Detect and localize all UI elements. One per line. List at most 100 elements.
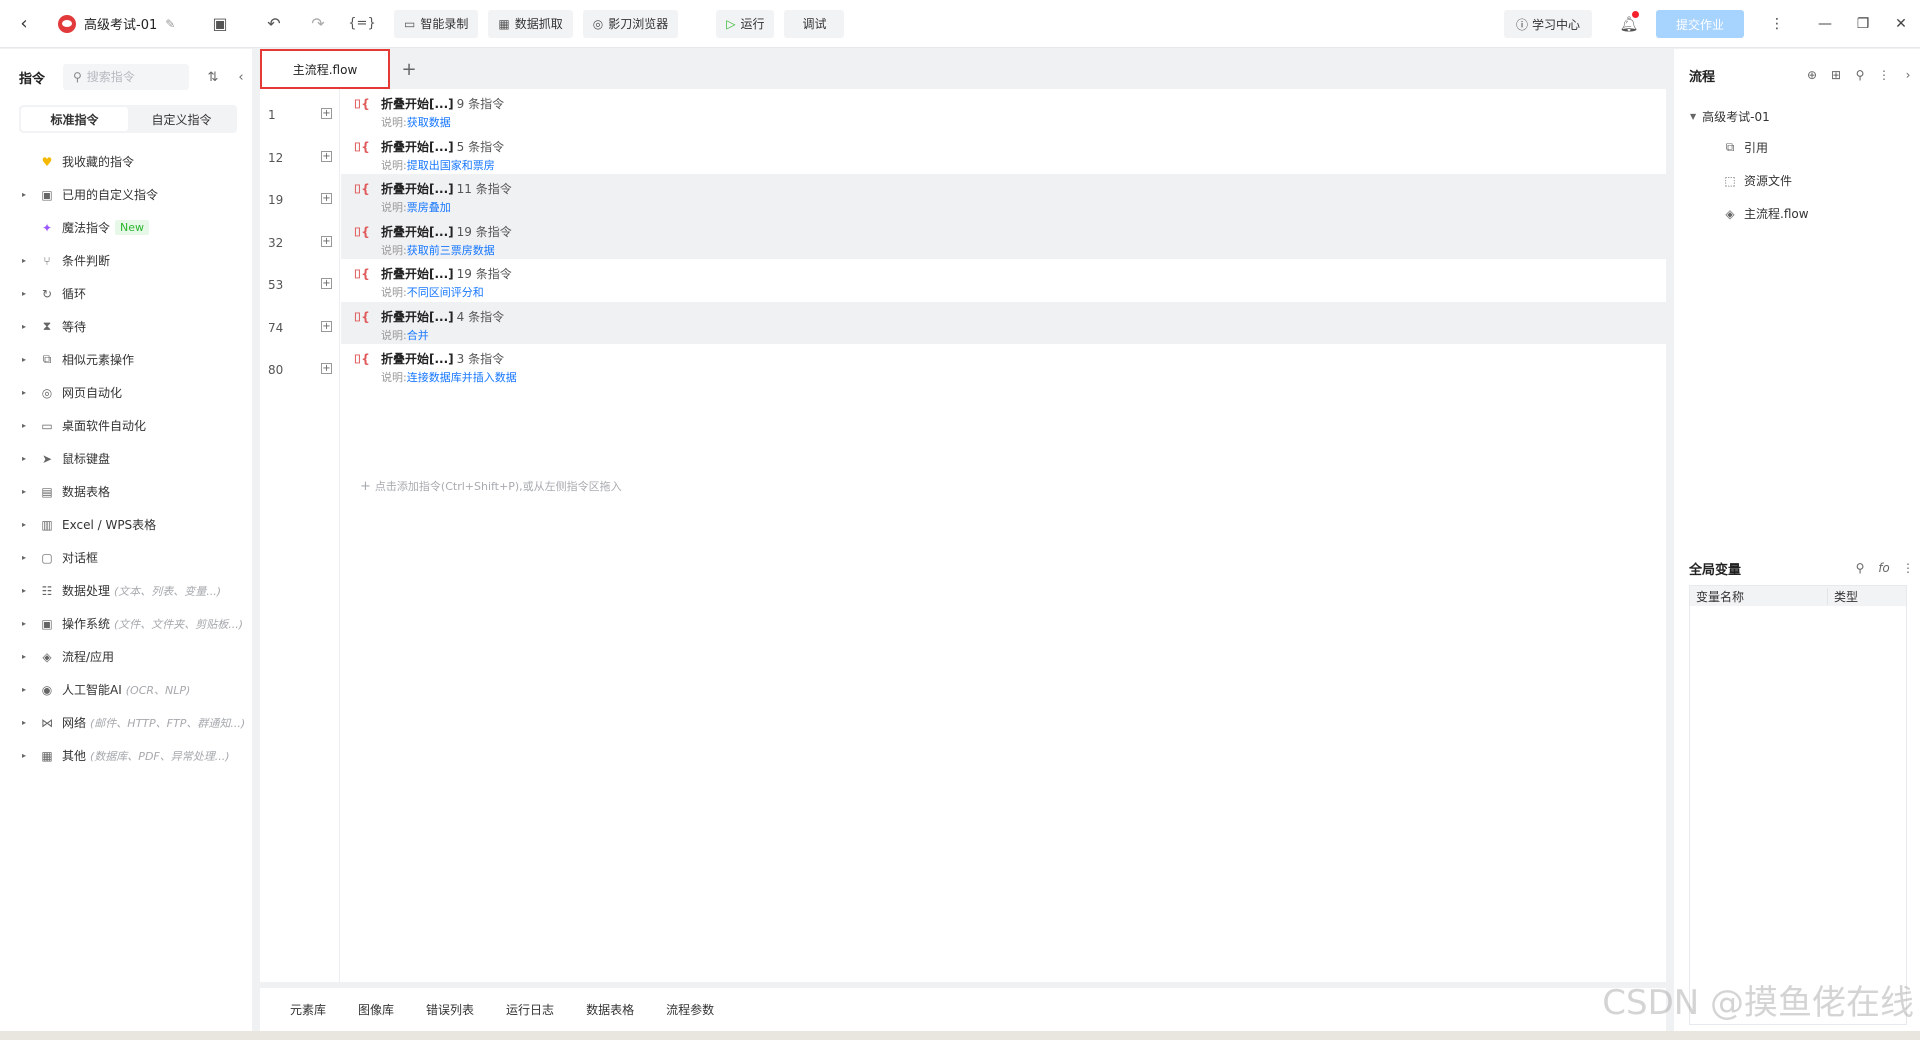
run-button[interactable]: ▷ 运行 — [716, 9, 775, 38]
instruction-category[interactable]: ▸ ↻ 循环 — [0, 277, 252, 310]
tab-main-flow[interactable]: 主流程.flow — [260, 49, 390, 89]
data-capture-button[interactable]: ▦ 数据抓取 — [488, 9, 573, 38]
add-instruction-hint[interactable]: + 点击添加指令(Ctrl+Shift+P),或从左侧指令区拖入 — [360, 478, 622, 494]
expand-block-plus-icon[interactable]: + — [321, 235, 332, 247]
project-tree-child[interactable]: ⬚ 资源文件 — [1674, 164, 1920, 197]
back-arrow-icon[interactable]: ‹ — [0, 0, 48, 48]
instruction-category-label: 人工智能AI — [62, 683, 122, 697]
sort-icon[interactable]: ⇅ — [203, 70, 223, 85]
tab-custom-instructions[interactable]: 自定义指令 — [128, 107, 235, 131]
fold-block-title-text: 折叠开始[...] — [381, 267, 454, 281]
variable-name-column[interactable]: 变量名称 — [1690, 587, 1828, 605]
fold-block-title-text: 折叠开始[...] — [381, 309, 454, 324]
variable-type-column[interactable]: 类型 — [1828, 588, 1858, 605]
learning-center-button[interactable]: ⓘ 学习中心 — [1503, 10, 1592, 38]
fold-block[interactable]: ⌷{折叠开始[...] 19 条指令 说明:不同区间评分和 — [341, 259, 1666, 302]
bottom-tab[interactable]: 图像库 — [358, 1001, 394, 1018]
expand-block-plus-icon[interactable]: + — [321, 320, 332, 332]
fold-block[interactable]: ⌷{折叠开始[...] 9 条指令 说明:获取数据 — [341, 89, 1666, 132]
instruction-category[interactable]: ▸ ⧗ 等待 — [0, 310, 252, 343]
bottom-tab[interactable]: 元素库 — [290, 1001, 326, 1018]
instruction-category[interactable]: ✦ 魔法指令 New — [0, 211, 252, 244]
instruction-search[interactable]: ⚲ — [63, 64, 189, 90]
description-prefix: 说明: — [381, 201, 407, 214]
close-icon[interactable]: ✕ — [1882, 0, 1920, 48]
instruction-category[interactable]: ▸ ▥ Excel / WPS表格 — [0, 508, 252, 541]
expand-block-plus-icon[interactable]: + — [321, 363, 332, 374]
fold-block[interactable]: ⌷{折叠开始[...] 19 条指令 说明:获取前三票房数据 — [341, 216, 1666, 259]
instruction-category[interactable]: ▸ ⋈ 网络 (邮件、HTTP、FTP、群通知...) — [0, 706, 252, 739]
browser-button[interactable]: ◎ 影刀浏览器 — [582, 9, 679, 38]
instruction-category[interactable]: ▸ ☷ 数据处理 (文本、列表、变量...) — [0, 574, 252, 607]
variable-braces-icon[interactable]: {=} — [340, 0, 384, 48]
fold-block[interactable]: ⌷{折叠开始[...] 5 条指令 说明:提取出国家和票房 — [341, 132, 1666, 175]
project-tree-child[interactable]: ◈ 主流程.flow — [1674, 197, 1920, 230]
submit-homework-button[interactable]: 提交作业 — [1656, 10, 1744, 38]
notification-bell-icon[interactable]: 🔔︎ — [1614, 0, 1644, 48]
search-flow-icon[interactable]: ⚲ — [1848, 68, 1872, 82]
description-link[interactable]: 票房叠加 — [407, 201, 451, 214]
collapse-panel-icon[interactable]: ‹ — [231, 70, 251, 85]
instruction-category[interactable]: ♥ 我收藏的指令 — [0, 145, 252, 178]
description-link[interactable]: 不同区间评分和 — [407, 286, 484, 299]
search-variable-icon[interactable]: ⚲ — [1848, 561, 1872, 575]
undo-icon[interactable]: ↶ — [252, 0, 296, 48]
tab-standard-instructions[interactable]: 标准指令 — [21, 107, 128, 131]
restore-icon[interactable]: ❐ — [1844, 0, 1882, 48]
fold-block-count: 19 条指令 — [456, 224, 512, 239]
expand-block-plus-icon[interactable]: + — [321, 150, 332, 162]
instruction-category[interactable]: ▸ ▣ 已用的自定义指令 — [0, 178, 252, 211]
project-tree-root[interactable]: ▼ 高级考试-01 — [1674, 101, 1920, 131]
instruction-category[interactable]: ▸ ▭ 桌面软件自动化 — [0, 409, 252, 442]
instruction-category-label: 对话框 — [62, 551, 99, 565]
project-tree-child[interactable]: ⧉ 引用 — [1674, 131, 1920, 164]
expand-arrow-icon: ▸ — [22, 388, 27, 397]
fold-block-description: 说明:不同区间评分和 — [381, 284, 484, 300]
project-title[interactable]: 高级考试-01 ✎ — [48, 0, 198, 48]
smart-record-button[interactable]: ▭ 智能录制 — [394, 9, 479, 38]
fold-block[interactable]: ⌷{折叠开始[...] 11 条指令 说明:票房叠加 — [341, 174, 1666, 217]
bottom-tab[interactable]: 运行日志 — [506, 1001, 554, 1018]
collapse-right-panel-icon[interactable]: › — [1896, 68, 1920, 82]
description-link[interactable]: 获取前三票房数据 — [407, 244, 495, 257]
flow-more-icon[interactable]: ⋮ — [1872, 68, 1896, 82]
instruction-category[interactable]: ▸ ⧉ 相似元素操作 — [0, 343, 252, 376]
function-icon[interactable]: fo — [1872, 561, 1896, 575]
instruction-category[interactable]: ▸ ▤ 数据表格 — [0, 475, 252, 508]
instruction-category[interactable]: ▸ ➤ 鼠标键盘 — [0, 442, 252, 475]
instruction-category[interactable]: ▸ ◉ 人工智能AI (OCR、NLP) — [0, 673, 252, 706]
add-tab-plus-icon[interactable]: + — [390, 49, 428, 89]
instruction-category[interactable]: ▸ ⑂ 条件判断 — [0, 244, 252, 277]
minimize-icon[interactable]: — — [1806, 0, 1844, 48]
instruction-category[interactable]: ▸ ▦ 其他 (数据库、PDF、异常处理...) — [0, 739, 252, 772]
description-link[interactable]: 提取出国家和票房 — [407, 159, 495, 172]
description-link[interactable]: 连接数据库并插入数据 — [407, 371, 517, 384]
instruction-search-input[interactable] — [86, 70, 177, 84]
bottom-tab[interactable]: 流程参数 — [666, 1001, 714, 1018]
project-tree-child-label: 主流程.flow — [1744, 207, 1809, 221]
debug-button[interactable]: 调试 — [784, 9, 845, 38]
instruction-category[interactable]: ▸ ◎ 网页自动化 — [0, 376, 252, 409]
expand-block-plus-icon[interactable]: + — [321, 278, 332, 289]
instruction-category[interactable]: ▸ ▢ 对话框 — [0, 541, 252, 574]
edit-pencil-icon[interactable]: ✎ — [165, 17, 175, 31]
heart-icon: ♥ — [41, 154, 53, 169]
fold-block-icon: ⌷{ — [354, 352, 370, 366]
expand-block-plus-icon[interactable]: + — [321, 193, 332, 204]
variables-more-icon[interactable]: ⋮ — [1896, 561, 1920, 575]
fold-block-count: 11 条指令 — [456, 182, 512, 196]
add-flow-icon[interactable]: ⊕ — [1800, 68, 1824, 82]
instruction-category[interactable]: ▸ ◈ 流程/应用 — [0, 640, 252, 673]
description-link[interactable]: 获取数据 — [407, 116, 451, 129]
description-link[interactable]: 合并 — [407, 329, 429, 342]
bottom-tab[interactable]: 错误列表 — [426, 1001, 474, 1018]
redo-icon[interactable]: ↷ — [296, 0, 340, 48]
fold-block[interactable]: ⌷{折叠开始[...] 3 条指令 说明:连接数据库并插入数据 — [341, 344, 1666, 387]
instruction-category[interactable]: ▸ ▣ 操作系统 (文件、文件夹、剪贴板...) — [0, 607, 252, 640]
more-menu-icon[interactable]: ⋮ — [1758, 0, 1796, 48]
add-subflow-icon[interactable]: ⊞ — [1824, 68, 1848, 82]
bottom-tab[interactable]: 数据表格 — [586, 1001, 634, 1018]
fold-block[interactable]: ⌷{折叠开始[...] 4 条指令 说明:合并 — [341, 301, 1666, 344]
expand-block-plus-icon[interactable]: + — [321, 108, 332, 119]
save-icon[interactable]: ▣ — [198, 0, 242, 48]
